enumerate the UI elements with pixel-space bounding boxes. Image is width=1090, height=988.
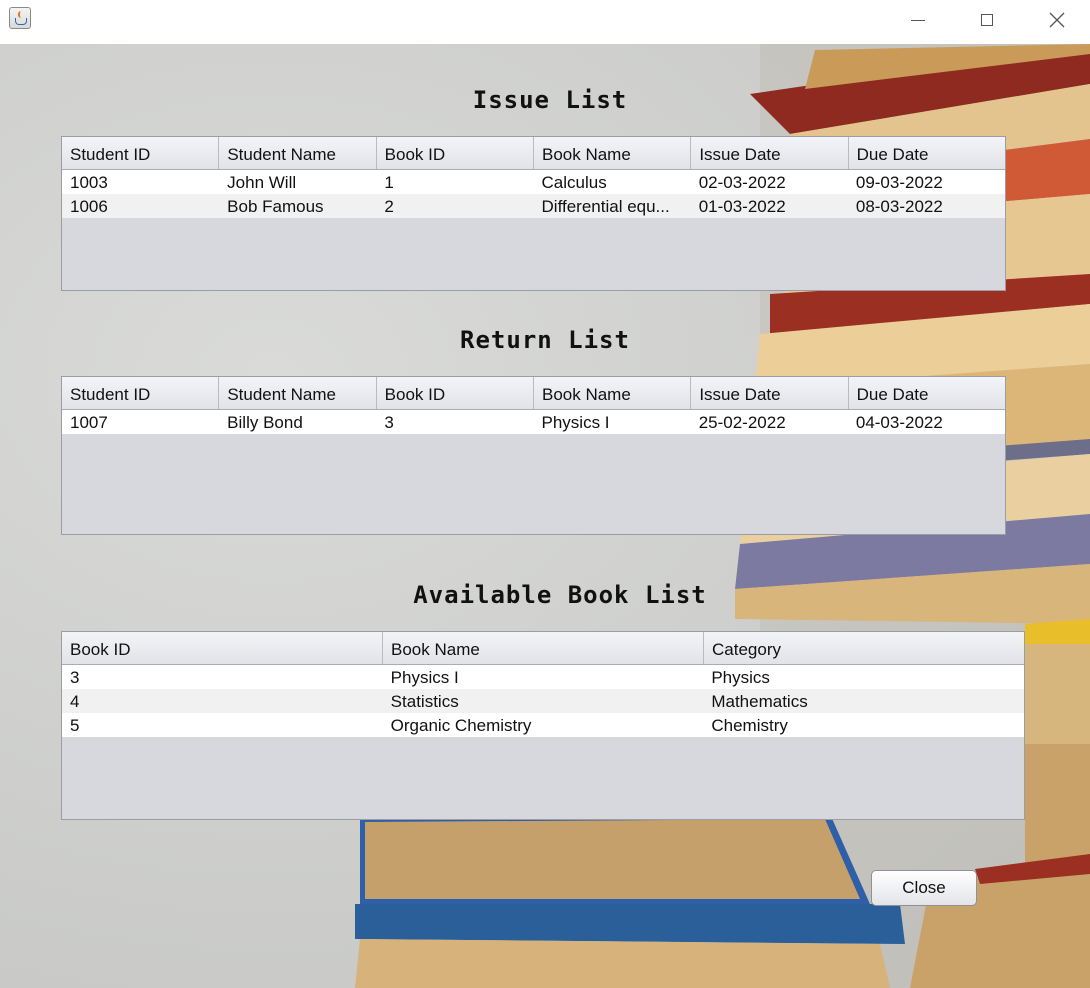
cell: 1 — [384, 173, 394, 192]
cell: 3 — [70, 668, 80, 687]
column-header[interactable]: Student Name — [219, 137, 377, 169]
cell: Organic Chemistry — [390, 716, 532, 735]
column-header[interactable]: Category — [704, 632, 1024, 664]
minimize-icon — [911, 19, 925, 21]
table-row[interactable]: 3 Physics I Physics — [62, 665, 1024, 689]
table-row[interactable]: 1003 John Will 1 Calculus 02-03-2022 09-… — [62, 170, 1005, 194]
available-book-table[interactable]: Book ID Book Name Category 3 Physics I P… — [61, 631, 1025, 820]
cell: 2 — [384, 197, 394, 216]
cell: 1003 — [70, 173, 108, 192]
table-row[interactable]: 5 Organic Chemistry Chemistry — [62, 713, 1024, 737]
close-icon — [1049, 12, 1065, 28]
cell: 04-03-2022 — [855, 413, 943, 432]
cell: 25-02-2022 — [698, 413, 786, 432]
cell: Differential equ... — [541, 197, 670, 216]
column-header[interactable]: Student ID — [62, 137, 220, 169]
column-header[interactable]: Book ID — [62, 632, 383, 664]
close-button[interactable]: Close — [871, 870, 977, 906]
maximize-icon — [981, 14, 993, 26]
cell: 4 — [70, 692, 80, 711]
cell: 1007 — [70, 413, 108, 432]
table-row[interactable]: 1006 Bob Famous 2 Differential equ... 01… — [62, 194, 1005, 218]
table-header: Student ID Student Name Book ID Book Nam… — [62, 137, 1005, 170]
cell: Billy Bond — [227, 413, 303, 432]
table-header: Book ID Book Name Category — [62, 632, 1024, 665]
return-list-heading: Return List — [460, 326, 630, 354]
cell: 3 — [384, 413, 394, 432]
column-header[interactable]: Issue Date — [691, 137, 849, 169]
maximize-button[interactable] — [964, 0, 1010, 40]
available-list-heading: Available Book List — [413, 581, 707, 609]
issue-list-heading: Issue List — [472, 86, 628, 114]
return-list-table[interactable]: Student ID Student Name Book ID Book Nam… — [61, 376, 1006, 535]
table-row[interactable]: 1007 Billy Bond 3 Physics I 25-02-2022 0… — [62, 410, 1005, 434]
cell: 08-03-2022 — [855, 197, 943, 216]
cell: 09-03-2022 — [855, 173, 943, 192]
java-cup-icon[interactable] — [9, 7, 31, 29]
title-bar — [0, 0, 1090, 44]
column-header[interactable]: Book ID — [377, 377, 534, 409]
minimize-button[interactable] — [895, 0, 941, 40]
column-header[interactable]: Book Name — [383, 632, 704, 664]
issue-list-table[interactable]: Student ID Student Name Book ID Book Nam… — [61, 136, 1006, 291]
cell: Calculus — [541, 173, 607, 192]
cell: John Will — [227, 173, 297, 192]
cell: 01-03-2022 — [698, 197, 786, 216]
window-close-button[interactable] — [1034, 0, 1080, 40]
cell: Physics I — [390, 668, 459, 687]
cell: Physics I — [541, 413, 610, 432]
cell: 02-03-2022 — [698, 173, 786, 192]
cell: Mathematics — [711, 692, 808, 711]
cell: 1006 — [70, 197, 108, 216]
column-header[interactable]: Due Date — [849, 137, 1005, 169]
cell: Bob Famous — [227, 197, 324, 216]
column-header[interactable]: Issue Date — [691, 377, 849, 409]
table-header: Student ID Student Name Book ID Book Nam… — [62, 377, 1005, 410]
cell: Physics — [711, 668, 770, 687]
column-header[interactable]: Due Date — [849, 377, 1005, 409]
cell: Chemistry — [711, 716, 788, 735]
column-header[interactable]: Book Name — [534, 377, 692, 409]
table-row[interactable]: 4 Statistics Mathematics — [62, 689, 1024, 713]
column-header[interactable]: Book ID — [377, 137, 534, 169]
cell: 5 — [70, 716, 80, 735]
column-header[interactable]: Student ID — [62, 377, 220, 409]
column-header[interactable]: Book Name — [534, 137, 692, 169]
column-header[interactable]: Student Name — [219, 377, 377, 409]
cell: Statistics — [390, 692, 459, 711]
